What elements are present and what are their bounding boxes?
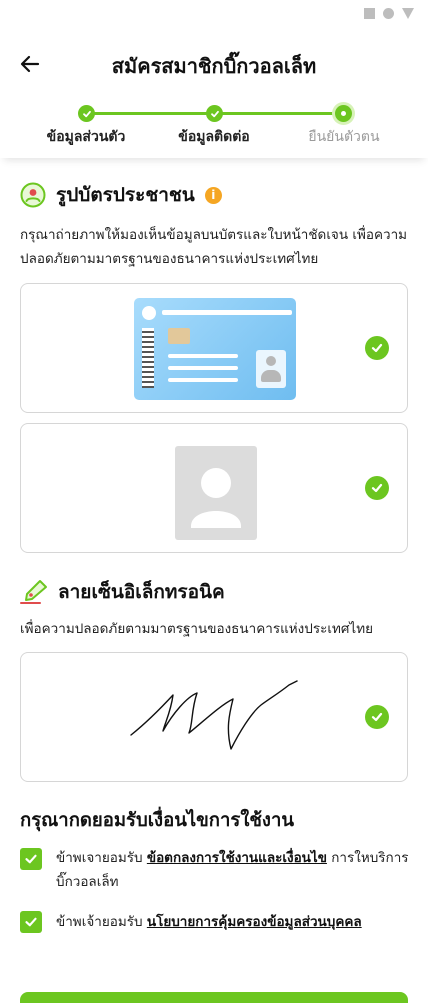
app-bar: สมัครสมาชิกบิ๊กวอลเล็ท — [0, 40, 428, 88]
portrait-placeholder-image — [175, 446, 257, 540]
privacy-checkbox-label: ข้าพเจ้ายอมรับ นโยบายการคุ้มครองข้อมูลส่… — [56, 910, 416, 934]
id-card-image — [134, 298, 296, 400]
checkbox-check-icon — [25, 854, 37, 864]
step-connector — [214, 112, 344, 115]
terms-title: กรุณากดยอมรับเงื่อนไขการใช้งาน — [20, 810, 294, 831]
signature-drawing — [130, 680, 298, 750]
step-label-verify: ยืนยันตัวตน — [308, 129, 380, 145]
checkbox-check-icon — [25, 917, 37, 927]
signature-section-title: ลายเซ็นอิเล็กทรอนิค — [58, 581, 225, 603]
verified-check-icon — [365, 476, 389, 500]
terms-checkbox-label: ข้าพเจายอมรับ ข้อตกลงการใช้งานและเงื่อนไ… — [56, 846, 416, 894]
signature-section-description: เพื่อความปลอดภัยตามมาตรฐานของธนาคารแห่งป… — [20, 621, 374, 637]
signature-section-header: ลายเซ็นอิเล็กทรอนิค — [20, 577, 225, 607]
step-label-personal: ข้อมูลส่วนตัว — [46, 129, 126, 145]
square-icon — [364, 8, 375, 19]
id-face-icon — [20, 182, 46, 208]
signature-pad[interactable] — [20, 652, 408, 782]
status-icons — [364, 8, 414, 19]
step-label-contact: ข้อมูลติดต่อ — [178, 129, 250, 145]
selfie-photo[interactable] — [20, 423, 408, 553]
privacy-policy-link[interactable]: นโยบายการคุ้มครองข้อมูลส่วนบุคคล — [147, 914, 362, 930]
step-current-icon — [335, 105, 352, 122]
terms-checkbox[interactable] — [20, 848, 42, 870]
id-section-title: รูปบัตรประชาชน — [56, 184, 195, 206]
privacy-checkbox[interactable] — [20, 911, 42, 933]
step-done-icon — [78, 105, 95, 122]
step-connector — [86, 112, 214, 115]
status-bar — [0, 0, 428, 28]
triangle-icon — [402, 8, 414, 19]
privacy-prefix: ข้าพเจ้ายอมรับ — [56, 914, 147, 930]
progress-stepper: ข้อมูลส่วนตัว ข้อมูลติดต่อ ยืนยันตัวตน — [0, 100, 428, 158]
terms-prefix: ข้าพเจายอมรับ — [56, 850, 147, 866]
circle-icon — [383, 8, 394, 19]
pen-signature-icon — [20, 580, 47, 604]
verified-check-icon — [365, 336, 389, 360]
id-section-header: รูปบัตรประชาชน i — [20, 180, 222, 210]
verified-check-icon — [365, 705, 389, 729]
step-done-icon — [206, 105, 223, 122]
terms-link[interactable]: ข้อตกลงการใช้งานและเงื่อนไข — [147, 850, 327, 866]
submit-button[interactable] — [20, 992, 408, 1003]
info-icon[interactable]: i — [204, 186, 222, 204]
id-card-photo[interactable] — [20, 283, 408, 413]
page-title: สมัครสมาชิกบิ๊กวอลเล็ท — [111, 54, 317, 78]
id-section-description: กรุณาถ่ายภาพให้มองเห็นข้อมูลบนบัตรและใบห… — [20, 227, 408, 267]
